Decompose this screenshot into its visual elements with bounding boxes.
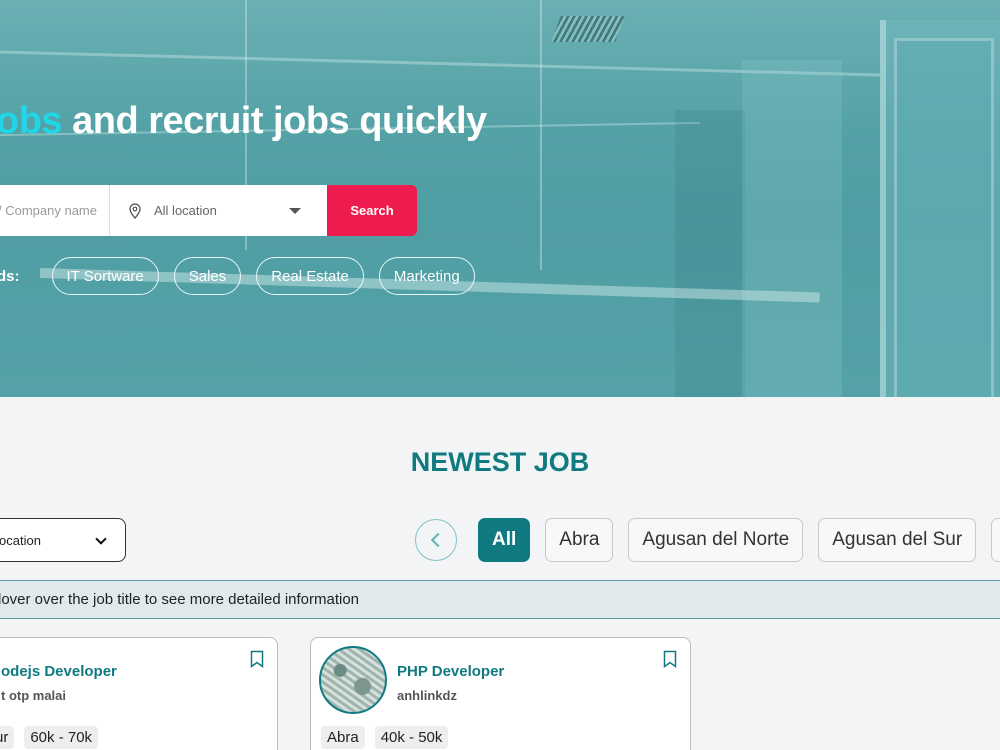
- chevron-left-icon: [430, 532, 446, 548]
- tab-abra[interactable]: Abra: [545, 518, 614, 562]
- company-logo: [319, 646, 387, 714]
- job-title-link[interactable]: odejs Developer: [1, 663, 117, 680]
- job-title-link[interactable]: PHP Developer: [397, 663, 504, 680]
- hero-banner: obs and recruit jobs quickly / Company n…: [0, 0, 1000, 397]
- keyword-input[interactable]: / Company name: [0, 185, 110, 236]
- location-pin-icon: [129, 202, 141, 219]
- tab-next-partial[interactable]: [991, 518, 1000, 562]
- section-title: NEWEST JOB: [410, 447, 590, 477]
- keyword-chip[interactable]: Sales: [173, 257, 242, 295]
- keyword-chip[interactable]: IT Sortware: [51, 257, 159, 295]
- job-card: PHP Developer anhlinkdz Abra 40k - 50k: [310, 637, 691, 750]
- hint-text: lover over the job title to see more det…: [0, 591, 360, 608]
- hero-headline: obs and recruit jobs quickly: [0, 100, 487, 142]
- hint-bar: lover over the job title to see more det…: [0, 580, 1000, 619]
- salary-tag: 40k - 50k: [374, 726, 449, 749]
- keyword-chip[interactable]: Marketing: [378, 257, 475, 295]
- job-card: odejs Developer t otp malai ur 60k - 70k: [0, 637, 278, 750]
- keywords-label: ds:: [0, 267, 20, 285]
- chevron-down-icon: [95, 533, 107, 545]
- caret-down-icon: [289, 208, 301, 214]
- location-value: All location: [154, 203, 217, 218]
- company-name: anhlinkdz: [397, 688, 457, 703]
- search-button[interactable]: Search: [327, 185, 417, 236]
- location-select[interactable]: All location: [110, 185, 327, 236]
- prev-tabs-button[interactable]: [415, 519, 457, 561]
- salary-tag: 60k - 70k: [24, 726, 99, 749]
- ceiling-vent-image: [551, 16, 625, 42]
- tab-agusan-del-sur[interactable]: Agusan del Sur: [818, 518, 977, 562]
- popular-keywords: ds: IT Sortware Sales Real Estate Market…: [0, 257, 490, 295]
- tab-agusan-del-norte[interactable]: Agusan del Norte: [628, 518, 804, 562]
- filter-type-select[interactable]: ocation: [0, 518, 126, 562]
- location-tabs: All Abra Agusan del Norte Agusan del Sur: [478, 518, 1000, 562]
- bookmark-icon[interactable]: [663, 650, 677, 668]
- tab-all[interactable]: All: [478, 518, 531, 562]
- location-tag: ur: [0, 726, 15, 749]
- location-tag: Abra: [321, 726, 365, 749]
- keyword-chip[interactable]: Real Estate: [256, 257, 364, 295]
- window-image: [880, 20, 1000, 397]
- job-search-bar: / Company name All location Search: [0, 185, 417, 236]
- company-name: t otp malai: [1, 688, 67, 703]
- bookmark-icon[interactable]: [250, 650, 264, 668]
